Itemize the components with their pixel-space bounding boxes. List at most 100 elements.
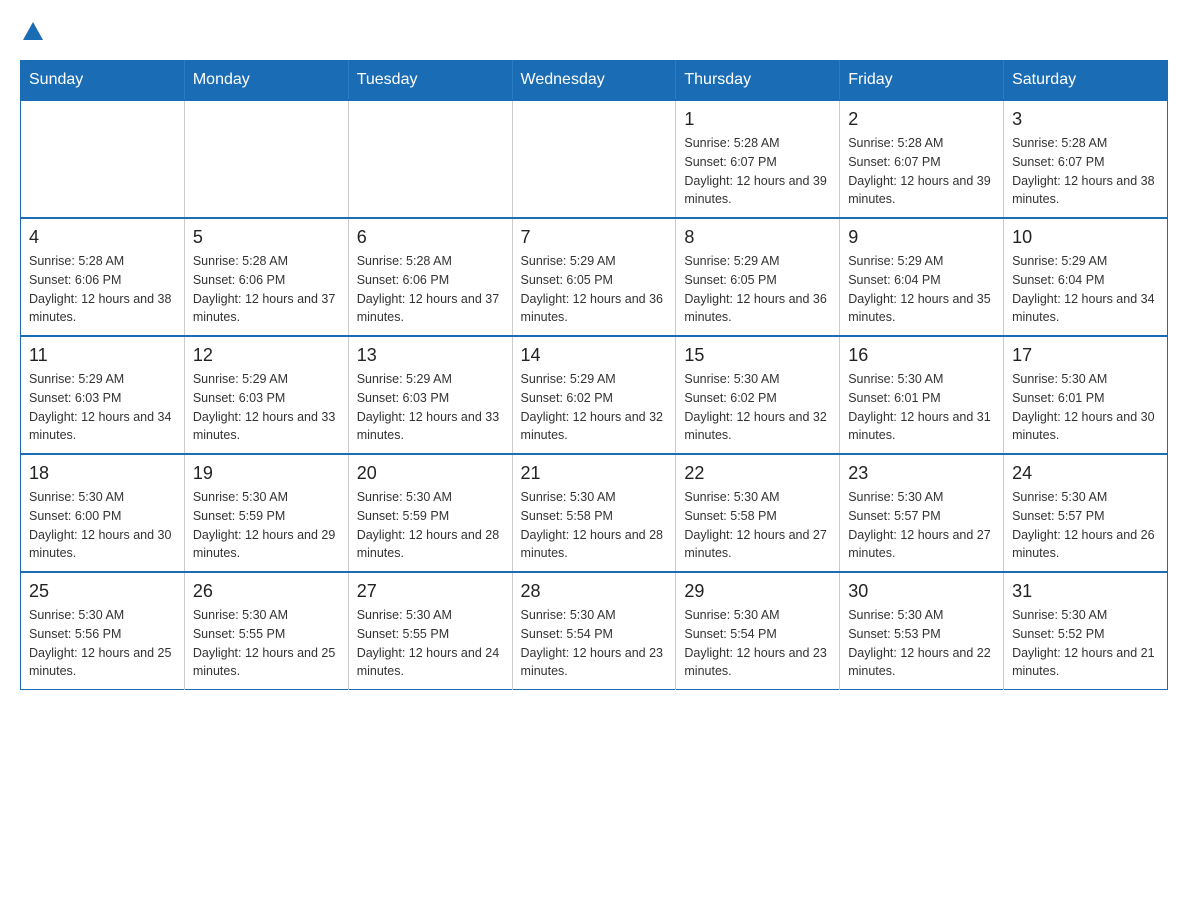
day-number: 3 [1012, 109, 1159, 130]
weekday-header-friday: Friday [840, 61, 1004, 101]
day-cell: 8Sunrise: 5:29 AMSunset: 6:05 PMDaylight… [676, 218, 840, 336]
day-cell: 18 Sunrise: 5:30 AMSunset: 6:00 PMDayligh… [21, 454, 185, 572]
day-number: 4 [29, 227, 176, 248]
day-cell: 6 Sunrise: 5:28 AMSunset: 6:06 PMDaylight… [348, 218, 512, 336]
day-info: Sunrise: 5:29 AMSunset: 6:03 PMDaylight:… [357, 370, 504, 445]
day-number: 25 [29, 581, 176, 602]
day-cell: 4 Sunrise: 5:28 AMSunset: 6:06 PMDaylight… [21, 218, 185, 336]
weekday-header-tuesday: Tuesday [348, 61, 512, 101]
day-info: Sunrise: 5:30 AMSunset: 5:57 PMDaylight:… [1012, 488, 1159, 563]
day-number: 5 [193, 227, 340, 248]
week-row-4: 18 Sunrise: 5:30 AMSunset: 6:00 PMDayligh… [21, 454, 1168, 572]
day-number: 29 [684, 581, 831, 602]
day-cell: 11 Sunrise: 5:29 AMSunset: 6:03 PMDayligh… [21, 336, 185, 454]
day-number: 7 [521, 227, 668, 248]
day-number: 1 [684, 109, 831, 130]
day-number: 27 [357, 581, 504, 602]
day-cell: 7 Sunrise: 5:29 AMSunset: 6:05 PMDaylight… [512, 218, 676, 336]
day-cell: 30 Sunrise: 5:30 AMSunset: 5:53 PMDayligh… [840, 572, 1004, 690]
day-info: Sunrise: 5:28 AMSunset: 6:06 PMDaylight:… [193, 252, 340, 327]
day-info: Sunrise: 5:28 AMSunset: 6:07 PMDaylight:… [848, 134, 995, 209]
calendar-table: SundayMondayTuesdayWednesdayThursdayFrid… [20, 60, 1168, 690]
day-cell: 3Sunrise: 5:28 AMSunset: 6:07 PMDaylight… [1004, 100, 1168, 218]
day-info: Sunrise: 5:30 AMSunset: 5:58 PMDaylight:… [521, 488, 668, 563]
day-cell: 13 Sunrise: 5:29 AMSunset: 6:03 PMDayligh… [348, 336, 512, 454]
day-cell: 26 Sunrise: 5:30 AMSunset: 5:55 PMDayligh… [184, 572, 348, 690]
day-info: Sunrise: 5:30 AMSunset: 6:02 PMDaylight:… [684, 370, 831, 445]
page-header [20, 20, 1168, 40]
day-number: 23 [848, 463, 995, 484]
weekday-header-wednesday: Wednesday [512, 61, 676, 101]
day-cell: 10Sunrise: 5:29 AMSunset: 6:04 PMDayligh… [1004, 218, 1168, 336]
weekday-header-row: SundayMondayTuesdayWednesdayThursdayFrid… [21, 61, 1168, 101]
day-cell: 28Sunrise: 5:30 AMSunset: 5:54 PMDayligh… [512, 572, 676, 690]
day-cell: 12 Sunrise: 5:29 AMSunset: 6:03 PMDayligh… [184, 336, 348, 454]
day-number: 30 [848, 581, 995, 602]
day-cell: 17 Sunrise: 5:30 AMSunset: 6:01 PMDayligh… [1004, 336, 1168, 454]
day-info: Sunrise: 5:30 AMSunset: 5:55 PMDaylight:… [193, 606, 340, 681]
day-info: Sunrise: 5:30 AMSunset: 5:56 PMDaylight:… [29, 606, 176, 681]
day-cell: 31 Sunrise: 5:30 AMSunset: 5:52 PMDayligh… [1004, 572, 1168, 690]
logo-triangle-icon [23, 22, 43, 40]
day-cell: 14 Sunrise: 5:29 AMSunset: 6:02 PMDayligh… [512, 336, 676, 454]
day-cell: 27 Sunrise: 5:30 AMSunset: 5:55 PMDayligh… [348, 572, 512, 690]
day-info: Sunrise: 5:28 AMSunset: 6:06 PMDaylight:… [357, 252, 504, 327]
day-cell: 24 Sunrise: 5:30 AMSunset: 5:57 PMDayligh… [1004, 454, 1168, 572]
day-cell: 22 Sunrise: 5:30 AMSunset: 5:58 PMDayligh… [676, 454, 840, 572]
day-info: Sunrise: 5:30 AMSunset: 5:53 PMDaylight:… [848, 606, 995, 681]
day-number: 19 [193, 463, 340, 484]
day-info: Sunrise: 5:30 AMSunset: 5:59 PMDaylight:… [357, 488, 504, 563]
day-info: Sunrise: 5:28 AMSunset: 6:06 PMDaylight:… [29, 252, 176, 327]
day-number: 22 [684, 463, 831, 484]
day-number: 13 [357, 345, 504, 366]
day-number: 24 [1012, 463, 1159, 484]
day-cell: 2 Sunrise: 5:28 AMSunset: 6:07 PMDaylight… [840, 100, 1004, 218]
day-info: Sunrise: 5:29 AMSunset: 6:04 PMDaylight:… [848, 252, 995, 327]
day-cell [184, 100, 348, 218]
day-info: Sunrise: 5:29 AMSunset: 6:02 PMDaylight:… [521, 370, 668, 445]
day-number: 20 [357, 463, 504, 484]
weekday-header-monday: Monday [184, 61, 348, 101]
day-cell: 25 Sunrise: 5:30 AMSunset: 5:56 PMDayligh… [21, 572, 185, 690]
day-cell: 23 Sunrise: 5:30 AMSunset: 5:57 PMDayligh… [840, 454, 1004, 572]
day-number: 9 [848, 227, 995, 248]
day-number: 15 [684, 345, 831, 366]
day-info: Sunrise: 5:30 AMSunset: 6:00 PMDaylight:… [29, 488, 176, 563]
day-cell [512, 100, 676, 218]
day-number: 6 [357, 227, 504, 248]
week-row-2: 4 Sunrise: 5:28 AMSunset: 6:06 PMDaylight… [21, 218, 1168, 336]
day-info: Sunrise: 5:30 AMSunset: 5:55 PMDaylight:… [357, 606, 504, 681]
day-number: 12 [193, 345, 340, 366]
day-info: Sunrise: 5:29 AMSunset: 6:03 PMDaylight:… [193, 370, 340, 445]
day-info: Sunrise: 5:29 AMSunset: 6:05 PMDaylight:… [521, 252, 668, 327]
day-number: 11 [29, 345, 176, 366]
day-cell [21, 100, 185, 218]
day-number: 2 [848, 109, 995, 130]
weekday-header-sunday: Sunday [21, 61, 185, 101]
day-info: Sunrise: 5:30 AMSunset: 5:58 PMDaylight:… [684, 488, 831, 563]
day-number: 26 [193, 581, 340, 602]
day-cell: 16 Sunrise: 5:30 AMSunset: 6:01 PMDayligh… [840, 336, 1004, 454]
day-number: 21 [521, 463, 668, 484]
day-number: 14 [521, 345, 668, 366]
day-info: Sunrise: 5:29 AMSunset: 6:05 PMDaylight:… [684, 252, 831, 327]
day-number: 18 [29, 463, 176, 484]
day-cell: 5 Sunrise: 5:28 AMSunset: 6:06 PMDaylight… [184, 218, 348, 336]
day-number: 31 [1012, 581, 1159, 602]
day-number: 16 [848, 345, 995, 366]
day-number: 17 [1012, 345, 1159, 366]
day-info: Sunrise: 5:30 AMSunset: 5:59 PMDaylight:… [193, 488, 340, 563]
day-info: Sunrise: 5:30 AMSunset: 6:01 PMDaylight:… [1012, 370, 1159, 445]
weekday-header-thursday: Thursday [676, 61, 840, 101]
day-number: 10 [1012, 227, 1159, 248]
day-cell: 19 Sunrise: 5:30 AMSunset: 5:59 PMDayligh… [184, 454, 348, 572]
day-info: Sunrise: 5:30 AMSunset: 6:01 PMDaylight:… [848, 370, 995, 445]
day-cell: 15 Sunrise: 5:30 AMSunset: 6:02 PMDayligh… [676, 336, 840, 454]
day-number: 28 [521, 581, 668, 602]
day-info: Sunrise: 5:30 AMSunset: 5:57 PMDaylight:… [848, 488, 995, 563]
day-cell: 29 Sunrise: 5:30 AMSunset: 5:54 PMDayligh… [676, 572, 840, 690]
day-info: Sunrise: 5:29 AMSunset: 6:03 PMDaylight:… [29, 370, 176, 445]
day-info: Sunrise: 5:30 AMSunset: 5:52 PMDaylight:… [1012, 606, 1159, 681]
week-row-1: 1 Sunrise: 5:28 AMSunset: 6:07 PMDaylight… [21, 100, 1168, 218]
day-info: Sunrise: 5:30 AMSunset: 5:54 PMDaylight:… [684, 606, 831, 681]
